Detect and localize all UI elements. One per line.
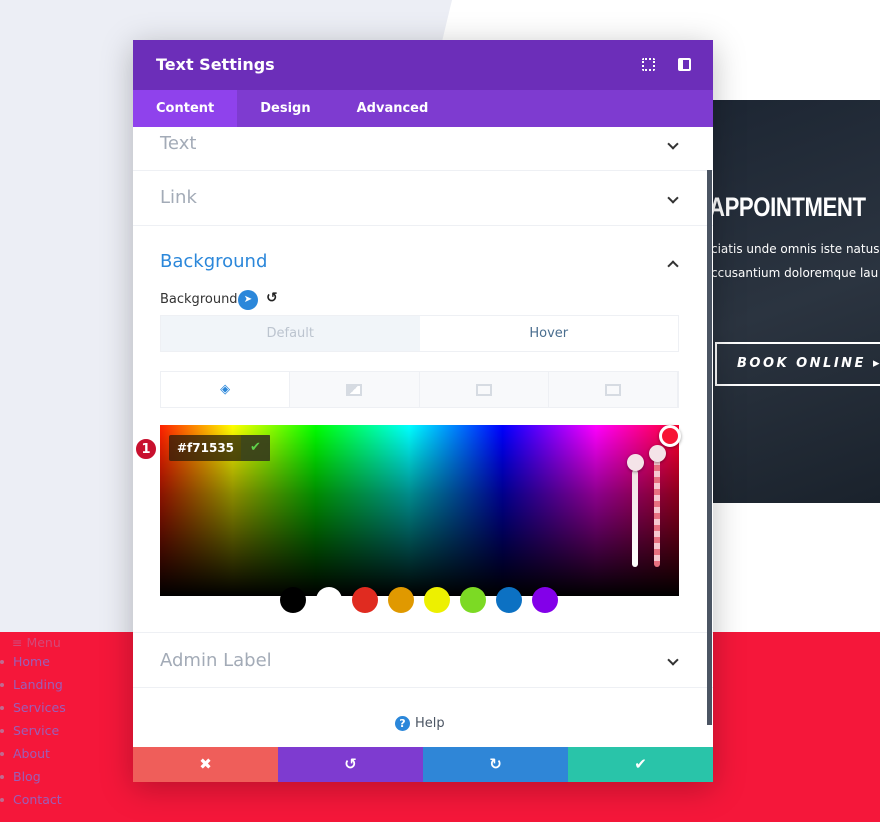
menu-item-landing[interactable]: Landing bbox=[0, 673, 66, 696]
gradient-icon bbox=[346, 383, 363, 396]
video-tab[interactable] bbox=[548, 372, 678, 407]
chevron-up-icon[interactable] bbox=[667, 260, 679, 272]
color-picker-handle[interactable] bbox=[659, 425, 681, 447]
opacity-slider[interactable] bbox=[632, 470, 638, 567]
reset-icon[interactable]: ↺ bbox=[266, 290, 278, 306]
menu-item-services[interactable]: Services bbox=[0, 696, 66, 719]
hero-text: ciatis unde omnis iste natus bbox=[713, 242, 880, 256]
color-picker-area[interactable]: ✔ bbox=[160, 425, 681, 596]
background-type-tabs: ◈ bbox=[160, 371, 679, 408]
step-badge: 1 bbox=[135, 438, 157, 460]
save-button[interactable]: ✔ bbox=[568, 747, 713, 782]
modal-header: Text Settings bbox=[133, 40, 713, 90]
chevron-down-icon bbox=[667, 654, 679, 666]
confirm-check-icon[interactable]: ✔ bbox=[241, 435, 270, 461]
modal-title: Text Settings bbox=[156, 55, 275, 74]
footer-menu: ≡ Menu Home Landing Services Service Abo… bbox=[0, 636, 66, 811]
swatch-green[interactable] bbox=[460, 587, 486, 613]
section-link[interactable]: Link bbox=[133, 171, 713, 226]
hex-input-group: ✔ bbox=[169, 435, 270, 461]
alpha-slider-handle[interactable] bbox=[649, 445, 666, 462]
paint-bucket-icon: ◈ bbox=[220, 382, 231, 397]
hover-pointer-icon[interactable]: ➤ bbox=[238, 290, 258, 310]
redo-icon: ↻ bbox=[489, 755, 502, 773]
hover-state-button[interactable]: Hover bbox=[419, 316, 678, 351]
tab-content[interactable]: Content bbox=[133, 90, 238, 127]
swatch-blue[interactable] bbox=[496, 587, 522, 613]
menu-item-blog[interactable]: Blog bbox=[0, 765, 66, 788]
cancel-button[interactable]: ✖ bbox=[133, 747, 278, 782]
chevron-down-icon bbox=[667, 192, 679, 204]
swatch-orange[interactable] bbox=[388, 587, 414, 613]
menu-title[interactable]: ≡ Menu bbox=[0, 636, 66, 650]
chevron-down-icon bbox=[667, 138, 679, 150]
book-online-button[interactable]: BOOK ONLINE ▸ bbox=[715, 342, 880, 386]
help-link[interactable]: ? Help bbox=[395, 716, 445, 731]
swatch-yellow[interactable] bbox=[424, 587, 450, 613]
swatch-white[interactable] bbox=[316, 587, 342, 613]
background-label: Background bbox=[160, 292, 238, 307]
redo-button[interactable]: ↻ bbox=[423, 747, 568, 782]
swatch-purple[interactable] bbox=[532, 587, 558, 613]
swatch-black[interactable] bbox=[280, 587, 306, 613]
section-title: Link bbox=[160, 187, 197, 208]
section-title: Text bbox=[160, 133, 197, 154]
hero-text: ccusantium doloremque lau bbox=[713, 266, 879, 280]
state-toggle: Default Hover bbox=[160, 315, 679, 352]
modal-tabs: Content Design Advanced bbox=[133, 90, 713, 127]
hero-bottom bbox=[713, 503, 880, 558]
undo-button[interactable]: ↺ bbox=[278, 747, 423, 782]
section-title-background[interactable]: Background bbox=[160, 251, 267, 272]
modal-footer: ✖ ↺ ↻ ✔ bbox=[133, 747, 713, 782]
close-icon: ✖ bbox=[199, 755, 212, 773]
default-state-button[interactable]: Default bbox=[161, 316, 420, 351]
swatch-red[interactable] bbox=[352, 587, 378, 613]
menu-item-home[interactable]: Home bbox=[0, 650, 66, 673]
help-label: Help bbox=[415, 716, 445, 731]
undo-icon: ↺ bbox=[344, 755, 357, 773]
image-icon bbox=[475, 383, 492, 396]
menu-item-about[interactable]: About bbox=[0, 742, 66, 765]
fullscreen-icon[interactable] bbox=[642, 58, 655, 71]
section-admin-label[interactable]: Admin Label bbox=[133, 632, 713, 688]
text-settings-modal: Text Settings Content Design Advanced Te… bbox=[133, 40, 713, 782]
image-tab[interactable] bbox=[419, 372, 549, 407]
sidebar-layout-icon[interactable] bbox=[678, 58, 691, 71]
section-title: Admin Label bbox=[160, 650, 272, 671]
alpha-slider[interactable] bbox=[654, 453, 660, 567]
opacity-slider-handle[interactable] bbox=[627, 454, 644, 471]
hex-input[interactable] bbox=[169, 435, 241, 461]
section-text[interactable]: Text bbox=[133, 127, 713, 171]
help-icon: ? bbox=[395, 716, 410, 731]
tab-advanced[interactable]: Advanced bbox=[334, 90, 452, 127]
gradient-tab[interactable] bbox=[290, 372, 420, 407]
menu-item-service[interactable]: Service bbox=[0, 719, 66, 742]
tab-design[interactable]: Design bbox=[237, 90, 333, 127]
menu-item-contact[interactable]: Contact bbox=[0, 788, 66, 811]
hero-section: APPOINTMENT ciatis unde omnis iste natus… bbox=[713, 100, 880, 503]
scrollbar[interactable] bbox=[707, 170, 712, 725]
check-icon: ✔ bbox=[634, 755, 647, 773]
video-icon bbox=[604, 383, 621, 396]
color-fill-tab[interactable]: ◈ bbox=[161, 372, 291, 407]
hero-title: APPOINTMENT bbox=[713, 192, 866, 222]
